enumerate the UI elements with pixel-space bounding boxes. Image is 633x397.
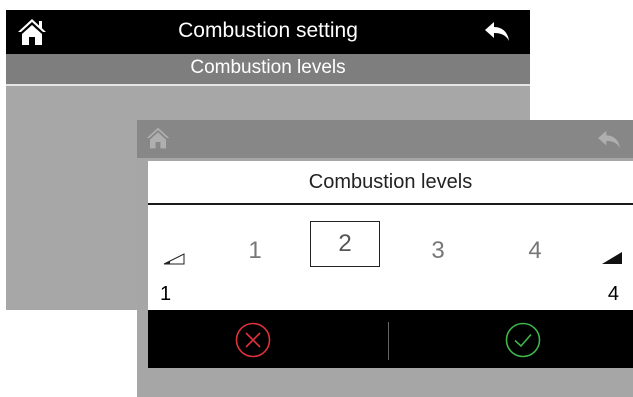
min-level-label: 1 bbox=[160, 283, 172, 305]
cancel-button[interactable] bbox=[235, 322, 271, 358]
page-title: Combustion setting bbox=[178, 19, 358, 42]
confirm-button[interactable] bbox=[505, 322, 541, 358]
level-option-4[interactable]: 4 bbox=[505, 237, 565, 265]
cancel-circle-x-icon bbox=[235, 322, 271, 358]
section-bar: Combustion levels bbox=[6, 54, 530, 86]
signal-low-icon bbox=[163, 253, 185, 265]
action-divider bbox=[388, 322, 389, 360]
action-bar bbox=[148, 310, 633, 368]
home-icon bbox=[146, 127, 170, 149]
header-bar: Combustion setting bbox=[6, 10, 530, 54]
section-title: Combustion levels bbox=[190, 57, 346, 78]
dialog-title: Combustion levels bbox=[308, 171, 473, 193]
max-level-label: 4 bbox=[607, 283, 619, 305]
confirm-circle-check-icon bbox=[505, 322, 541, 358]
combustion-levels-dialog: Combustion levels 1 2 3 4 1 4 bbox=[148, 161, 633, 368]
dialog-screen: Combustion levels 1 2 3 4 1 4 bbox=[137, 120, 633, 397]
dimmed-header-bar bbox=[137, 120, 633, 158]
level-option-1[interactable]: 1 bbox=[225, 237, 285, 265]
dialog-title-divider bbox=[148, 203, 633, 205]
level-option-2-selected[interactable]: 2 bbox=[310, 221, 380, 267]
back-arrow-icon[interactable] bbox=[484, 20, 510, 42]
back-arrow-icon bbox=[598, 130, 620, 149]
signal-high-icon bbox=[602, 252, 622, 264]
level-option-3[interactable]: 3 bbox=[408, 237, 468, 265]
section-divider bbox=[6, 84, 530, 86]
